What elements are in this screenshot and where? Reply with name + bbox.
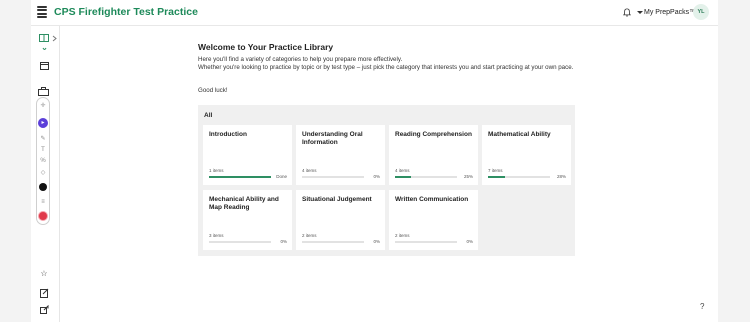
- move-icon[interactable]: ✛: [37, 101, 49, 109]
- progress-bar: [209, 241, 271, 243]
- top-header: CPS Firefighter Test Practice My PrepPac…: [31, 0, 718, 26]
- progress-label: 0%: [373, 174, 380, 179]
- category-card[interactable]: Mechanical Ability and Map Reading 3 item…: [203, 190, 292, 250]
- progress-fill: [209, 176, 271, 178]
- category-card[interactable]: Introduction 1 items Done: [203, 125, 292, 185]
- pen-icon[interactable]: ✎: [37, 134, 49, 142]
- category-card[interactable]: Situational Judgement 2 items 0%: [296, 190, 385, 250]
- category-item-count: 4 items: [395, 168, 410, 173]
- chevron-right-icon[interactable]: [51, 34, 57, 42]
- good-luck-text: Good luck!: [198, 87, 228, 94]
- practice-library: All Introduction 1 items Done Understanding…: [198, 105, 575, 256]
- category-card[interactable]: Mathematical Ability 7 items 28%: [482, 125, 571, 185]
- eraser-icon[interactable]: ◇: [37, 168, 49, 176]
- avatar[interactable]: YL: [693, 4, 709, 20]
- left-margin: [0, 0, 31, 322]
- export-icon[interactable]: [39, 304, 49, 314]
- progress-bar: [395, 241, 457, 243]
- text-icon[interactable]: T: [37, 146, 49, 154]
- progress-bar: [302, 241, 364, 243]
- app-title: CPS Firefighter Test Practice: [54, 6, 198, 18]
- app-frame: CPS Firefighter Test Practice My PrepPac…: [0, 0, 750, 322]
- intro-text: Here you'll find a variety of categories…: [198, 56, 403, 63]
- sync-icon: [41, 46, 47, 51]
- progress-label: 0%: [466, 239, 473, 244]
- category-item-count: 2 items: [395, 233, 410, 238]
- bell-icon[interactable]: [623, 8, 631, 17]
- progress-bar: [302, 176, 364, 178]
- chevron-down-icon[interactable]: [637, 11, 643, 14]
- pointer-icon[interactable]: ▸: [37, 117, 49, 128]
- tools-icon[interactable]: [38, 86, 49, 96]
- close-tools-icon[interactable]: [37, 210, 49, 221]
- category-item-count: 2 items: [302, 233, 317, 238]
- color-picker-icon[interactable]: [37, 182, 49, 192]
- category-item-count: 7 items: [488, 168, 503, 173]
- category-title: Introduction: [209, 131, 247, 138]
- trash-icon[interactable]: ≡: [37, 198, 49, 206]
- page-title: Welcome to Your Practice Library: [198, 42, 334, 52]
- progress-label: 0%: [280, 239, 287, 244]
- progress-label: 28%: [556, 174, 566, 179]
- progress-label: 25%: [463, 174, 473, 179]
- progress-label: Done: [276, 174, 287, 179]
- progress-label: 0%: [373, 239, 380, 244]
- help-button[interactable]: ?: [700, 302, 704, 311]
- library-label: All: [204, 112, 213, 119]
- category-item-count: 4 items: [302, 168, 317, 173]
- sidebar: ✛ ▸ ✎ T % ◇ ≡ ☆: [31, 26, 60, 322]
- category-title: Situational Judgement: [302, 196, 372, 203]
- progress-fill: [395, 176, 411, 178]
- progress-bar: [209, 176, 271, 178]
- category-item-count: 1 items: [209, 168, 224, 173]
- calendar-icon[interactable]: [39, 60, 49, 70]
- intro-text-2: Whether you're looking to practice by to…: [198, 64, 574, 71]
- progress-bar: [488, 176, 550, 178]
- main-content: Welcome to Your Practice Library Here yo…: [60, 26, 718, 322]
- category-title: Written Communication: [395, 196, 469, 203]
- category-title: Mechanical Ability and Map Reading: [209, 196, 279, 211]
- right-margin: [718, 0, 750, 322]
- category-title: Reading Comprehension: [395, 131, 472, 138]
- book-icon[interactable]: [39, 34, 49, 42]
- category-card[interactable]: Understanding Oral Information 4 items 0%: [296, 125, 385, 185]
- hamburger-icon[interactable]: [37, 6, 47, 18]
- category-title: Understanding Oral Information: [302, 131, 363, 146]
- progress-fill: [488, 176, 506, 178]
- drawing-toolbox: ✛ ▸ ✎ T % ◇ ≡: [36, 97, 50, 225]
- category-item-count: 3 items: [209, 233, 224, 238]
- category-card[interactable]: Reading Comprehension 4 items 25%: [389, 125, 478, 185]
- star-icon[interactable]: ☆: [39, 268, 49, 278]
- progress-bar: [395, 176, 457, 178]
- notebook-icon[interactable]: [39, 288, 49, 298]
- my-preppacks-link[interactable]: My PrepPacks™: [644, 9, 696, 16]
- category-card[interactable]: Written Communication 2 items 0%: [389, 190, 478, 250]
- link-icon[interactable]: %: [37, 157, 49, 165]
- category-title: Mathematical Ability: [488, 131, 551, 138]
